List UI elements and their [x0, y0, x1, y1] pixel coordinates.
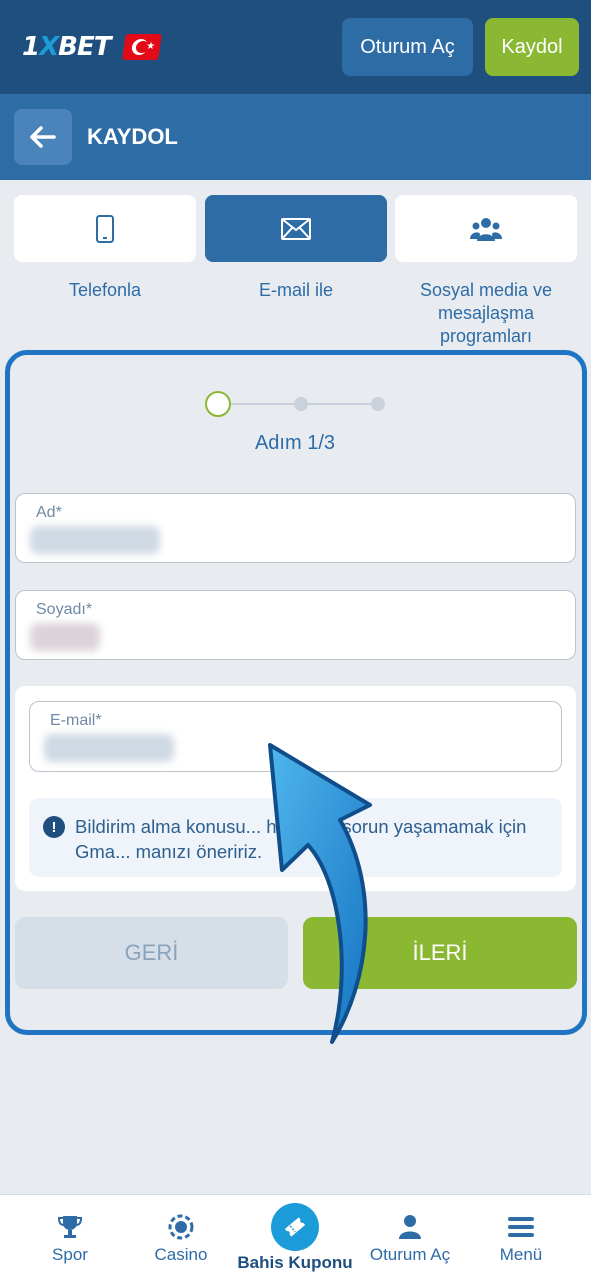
redacted-value: [30, 623, 100, 651]
nav-item-menu[interactable]: Menü: [462, 1195, 580, 1280]
phone-icon: [96, 214, 114, 243]
redacted-value: [44, 734, 174, 762]
last-name-field[interactable]: Soyadı*: [15, 590, 576, 660]
step-indicator-current: [205, 391, 231, 417]
brand-logo[interactable]: 1XBET ★: [22, 30, 163, 64]
casino-chip-icon: [168, 1214, 194, 1240]
tab-phone-label[interactable]: Telefonla: [10, 279, 200, 302]
coupon-button[interactable]: [271, 1203, 319, 1251]
first-name-label: Ad*: [36, 504, 62, 521]
envelope-icon: [281, 217, 311, 240]
first-name-field[interactable]: Ad*: [15, 493, 576, 563]
users-icon: [470, 217, 502, 241]
tab-social-label[interactable]: Sosyal media ve mesajlaşma programları: [391, 279, 581, 348]
menu-icon: [508, 1217, 534, 1237]
tab-email-label[interactable]: E-mail ile: [201, 279, 391, 302]
login-button[interactable]: Oturum Aç: [342, 18, 473, 76]
pointer-arrow-icon: [268, 743, 372, 1044]
tab-email[interactable]: [205, 195, 387, 262]
nav-item-casino[interactable]: Casino: [122, 1195, 240, 1280]
last-name-label: Soyadı*: [36, 601, 93, 618]
redacted-value: [30, 526, 160, 554]
turkey-flag-icon: ★: [122, 34, 163, 60]
top-bar: 1XBET ★ Oturum Aç Kaydol: [0, 0, 591, 94]
step-indicator: [371, 397, 385, 411]
exclamation-icon: !: [43, 816, 65, 838]
user-icon: [399, 1215, 421, 1239]
email-label: E-mail*: [50, 712, 102, 729]
ticket-icon: [284, 1217, 306, 1237]
back-button[interactable]: [14, 109, 72, 165]
nav-item-sport[interactable]: Spor: [11, 1195, 129, 1280]
register-button[interactable]: Kaydol: [485, 18, 579, 76]
step-indicator: [294, 397, 308, 411]
arrow-left-icon: [30, 126, 56, 148]
page-header: KAYDOL: [0, 94, 591, 180]
tab-phone[interactable]: [14, 195, 196, 262]
step-label: Adım 1/3: [254, 432, 336, 454]
tab-social[interactable]: [395, 195, 577, 262]
trophy-icon: [57, 1216, 83, 1238]
nav-item-login[interactable]: Oturum Aç: [351, 1195, 469, 1280]
page-title: KAYDOL: [87, 124, 178, 149]
